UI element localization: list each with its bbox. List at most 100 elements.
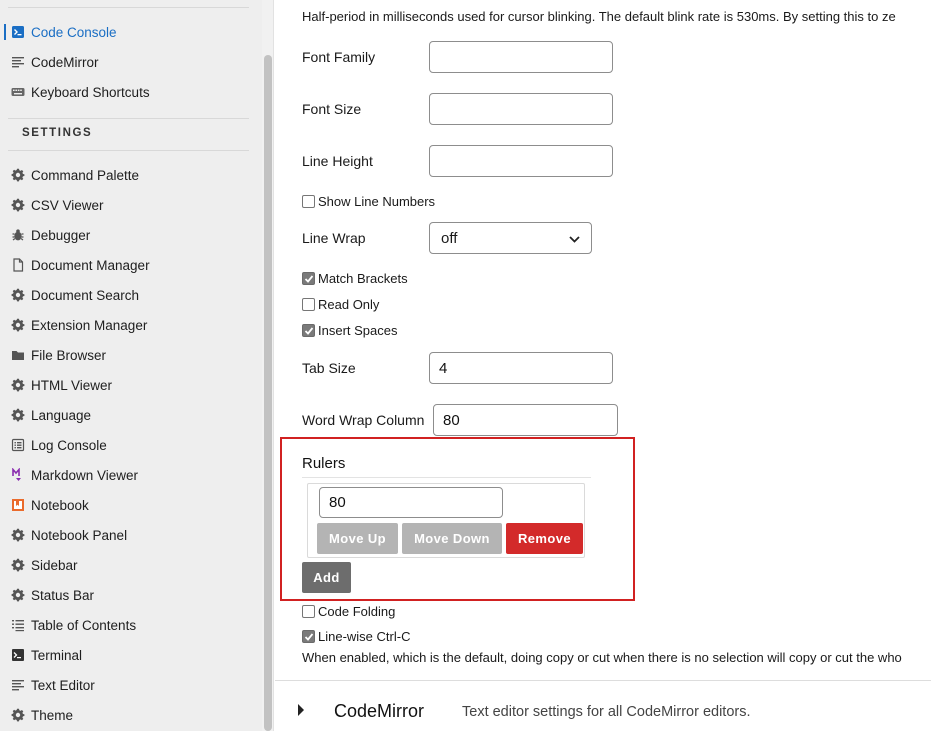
checkmark-icon <box>304 632 313 641</box>
sidebar-item-extension-manager[interactable]: Extension Manager <box>0 310 250 340</box>
sidebar-item-keyboard-shortcuts[interactable]: Keyboard Shortcuts <box>0 77 250 107</box>
sidebar-item-label: Keyboard Shortcuts <box>31 84 150 100</box>
read-only-checkbox[interactable] <box>302 298 315 311</box>
sidebar-divider <box>8 150 249 151</box>
notebook-icon <box>10 498 25 513</box>
ruler-value-input[interactable] <box>319 487 503 518</box>
sidebar-scrollbar-thumb[interactable] <box>264 55 272 731</box>
sidebar-item-label: File Browser <box>31 347 107 363</box>
line-height-input[interactable] <box>429 145 613 177</box>
tab-size-input[interactable] <box>429 352 613 384</box>
font-size-label: Font Size <box>302 101 362 117</box>
remove-button[interactable]: Remove <box>506 523 583 554</box>
insert-spaces-label: Insert Spaces <box>318 323 398 338</box>
sidebar-item-label: Sidebar <box>31 557 78 573</box>
sidebar-item-label: Code Console <box>31 24 117 40</box>
linewise-copy-checkbox[interactable] <box>302 630 315 643</box>
move-down-button[interactable]: Move Down <box>402 523 502 554</box>
read-only-option[interactable]: Read Only <box>302 297 379 312</box>
gear-icon <box>10 528 25 543</box>
move-up-button[interactable]: Move Up <box>317 523 398 554</box>
add-ruler-button[interactable]: Add <box>302 562 351 593</box>
linewise-copy-description: When enabled, which is the default, doin… <box>302 650 902 665</box>
gear-icon <box>10 708 25 723</box>
insert-spaces-checkbox[interactable] <box>302 324 315 337</box>
sidebar-item-command-palette[interactable]: Command Palette <box>0 160 250 190</box>
linewise-copy-option[interactable]: Line-wise Ctrl-C <box>302 629 410 644</box>
font-family-input[interactable] <box>429 41 613 73</box>
word-wrap-column-input[interactable] <box>433 404 618 436</box>
insert-spaces-option[interactable]: Insert Spaces <box>302 323 398 338</box>
text-lines-icon <box>10 678 25 693</box>
settings-heading: SETTINGS <box>22 127 93 139</box>
match-brackets-option[interactable]: Match Brackets <box>302 271 408 286</box>
sidebar-item-notebook-panel[interactable]: Notebook Panel <box>0 520 250 550</box>
line-height-label: Line Height <box>302 153 373 169</box>
sidebar-item-label: CodeMirror <box>31 54 99 70</box>
sidebar: Code Console CodeMirror Keyboard Shortcu… <box>0 0 262 731</box>
codemirror-section-title[interactable]: CodeMirror <box>334 701 424 722</box>
sidebar-item-status-bar[interactable]: Status Bar <box>0 580 250 610</box>
gear-icon <box>10 588 25 603</box>
sidebar-item-label: Markdown Viewer <box>31 467 139 483</box>
sidebar-divider <box>8 7 249 8</box>
tab-size-label: Tab Size <box>302 360 356 376</box>
gear-icon <box>10 408 25 423</box>
sidebar-item-html-viewer[interactable]: HTML Viewer <box>0 370 250 400</box>
sidebar-item-log-console[interactable]: Log Console <box>0 430 250 460</box>
sidebar-item-label: Document Manager <box>31 257 150 273</box>
rulers-divider <box>302 477 591 478</box>
code-folding-option[interactable]: Code Folding <box>302 604 395 619</box>
document-icon <box>10 258 25 273</box>
caret-right-icon[interactable] <box>298 704 304 716</box>
line-wrap-select[interactable]: off <box>429 222 592 254</box>
sidebar-item-terminal[interactable]: Terminal <box>0 640 250 670</box>
sidebar-item-codemirror[interactable]: CodeMirror <box>0 47 250 77</box>
show-line-numbers-checkbox[interactable] <box>302 195 315 208</box>
terminal-icon <box>10 648 25 663</box>
section-divider <box>275 680 931 681</box>
gear-icon <box>10 288 25 303</box>
sidebar-item-label: Extension Manager <box>31 317 148 333</box>
code-folding-checkbox[interactable] <box>302 605 315 618</box>
sidebar-item-language[interactable]: Language <box>0 400 250 430</box>
sidebar-item-label: Theme <box>31 707 74 723</box>
show-line-numbers-option[interactable]: Show Line Numbers <box>302 194 435 209</box>
sidebar-item-label: Terminal <box>31 647 83 663</box>
sidebar-item-label: Status Bar <box>31 587 95 603</box>
sidebar-item-label: HTML Viewer <box>31 377 113 393</box>
gear-icon <box>10 378 25 393</box>
bug-icon <box>10 228 25 243</box>
sidebar-item-file-browser[interactable]: File Browser <box>0 340 250 370</box>
sidebar-item-text-editor[interactable]: Text Editor <box>0 670 250 700</box>
checkmark-icon <box>304 274 313 283</box>
sidebar-item-debugger[interactable]: Debugger <box>0 220 250 250</box>
word-wrap-column-label: Word Wrap Column <box>302 412 425 428</box>
rulers-title: Rulers <box>302 455 346 472</box>
sidebar-item-label: Text Editor <box>31 677 95 693</box>
sidebar-item-notebook[interactable]: Notebook <box>0 490 250 520</box>
gear-icon <box>10 318 25 333</box>
sidebar-item-markdown-viewer[interactable]: Markdown Viewer <box>0 460 250 490</box>
sidebar-item-table-of-contents[interactable]: Table of Contents <box>0 610 250 640</box>
sidebar-divider <box>8 118 249 119</box>
sidebar-item-csv-viewer[interactable]: CSV Viewer <box>0 190 250 220</box>
sidebar-item-label: Language <box>31 407 92 423</box>
gear-icon <box>10 168 25 183</box>
settings-window: Code Console CodeMirror Keyboard Shortcu… <box>0 0 931 731</box>
sidebar-item-label: CSV Viewer <box>31 197 104 213</box>
sidebar-item-label: Document Search <box>31 287 140 303</box>
sidebar-item-document-search[interactable]: Document Search <box>0 280 250 310</box>
sidebar-item-document-manager[interactable]: Document Manager <box>0 250 250 280</box>
sidebar-item-sidebar[interactable]: Sidebar <box>0 550 250 580</box>
sidebar-item-theme[interactable]: Theme <box>0 700 250 730</box>
match-brackets-checkbox[interactable] <box>302 272 315 285</box>
font-size-input[interactable] <box>429 93 613 125</box>
sidebar-item-label: Command Palette <box>31 167 140 183</box>
toc-icon <box>10 618 25 633</box>
checkmark-icon <box>304 326 313 335</box>
sidebar-item-code-console[interactable]: Code Console <box>0 17 250 47</box>
keyboard-icon <box>10 85 25 100</box>
sidebar-item-label: Table of Contents <box>31 617 137 633</box>
show-line-numbers-label: Show Line Numbers <box>318 194 436 209</box>
